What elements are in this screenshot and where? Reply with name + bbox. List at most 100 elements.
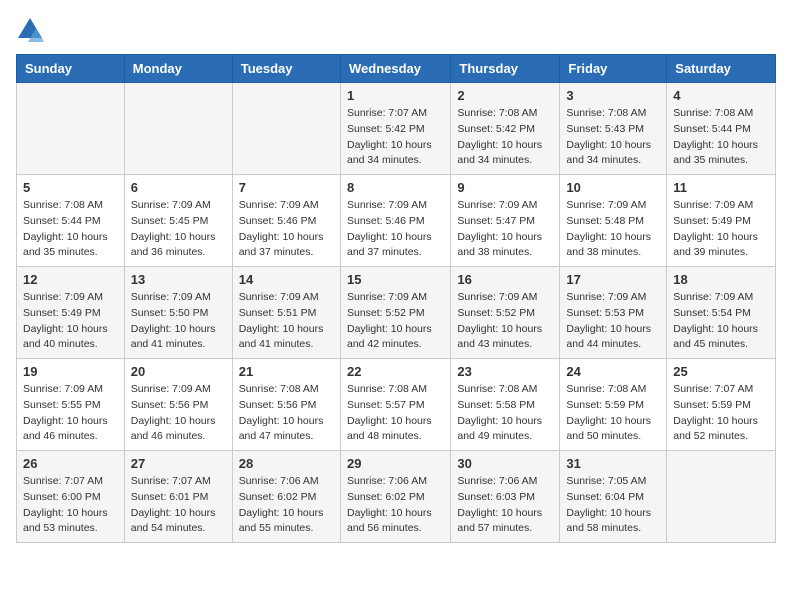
day-info: Sunrise: 7:07 AMSunset: 6:01 PMDaylight:… [131,474,226,537]
day-info: Sunrise: 7:08 AMSunset: 5:57 PMDaylight:… [347,382,444,445]
day-info: Sunrise: 7:07 AMSunset: 5:59 PMDaylight:… [673,382,769,445]
day-number: 25 [673,364,769,379]
day-info: Sunrise: 7:09 AMSunset: 5:47 PMDaylight:… [457,198,553,261]
calendar-cell: 21 Sunrise: 7:08 AMSunset: 5:56 PMDayligh… [232,359,340,451]
calendar-cell: 16 Sunrise: 7:09 AMSunset: 5:52 PMDayligh… [451,267,560,359]
calendar-cell: 2 Sunrise: 7:08 AMSunset: 5:42 PMDaylight… [451,83,560,175]
day-info: Sunrise: 7:08 AMSunset: 5:44 PMDaylight:… [673,106,769,169]
day-number: 29 [347,456,444,471]
calendar-cell [124,83,232,175]
day-number: 16 [457,272,553,287]
calendar-cell: 25 Sunrise: 7:07 AMSunset: 5:59 PMDayligh… [667,359,776,451]
day-info: Sunrise: 7:08 AMSunset: 5:42 PMDaylight:… [457,106,553,169]
day-number: 3 [566,88,660,103]
day-info: Sunrise: 7:08 AMSunset: 5:44 PMDaylight:… [23,198,118,261]
day-info: Sunrise: 7:07 AMSunset: 5:42 PMDaylight:… [347,106,444,169]
day-number: 28 [239,456,334,471]
calendar-cell [232,83,340,175]
calendar-cell: 8Sunrise: 7:09 AMSunset: 5:46 PMDaylight… [340,175,450,267]
calendar-cell: 26 Sunrise: 7:07 AMSunset: 6:00 PMDayligh… [17,451,125,543]
day-info: Sunrise: 7:08 AMSunset: 5:56 PMDaylight:… [239,382,334,445]
logo [16,16,48,44]
calendar-cell: 22 Sunrise: 7:08 AMSunset: 5:57 PMDayligh… [340,359,450,451]
weekday-header-thursday: Thursday [451,55,560,83]
day-info: Sunrise: 7:09 AMSunset: 5:49 PMDaylight:… [23,290,118,353]
day-number: 30 [457,456,553,471]
day-number: 18 [673,272,769,287]
day-number: 20 [131,364,226,379]
calendar-week-row: 12 Sunrise: 7:09 AMSunset: 5:49 PMDayligh… [17,267,776,359]
day-info: Sunrise: 7:09 AMSunset: 5:53 PMDaylight:… [566,290,660,353]
calendar-cell: 31 Sunrise: 7:05 AMSunset: 6:04 PMDayligh… [560,451,667,543]
day-number: 4 [673,88,769,103]
day-number: 11 [673,180,769,195]
weekday-header-row: SundayMondayTuesdayWednesdayThursdayFrid… [17,55,776,83]
calendar-cell [17,83,125,175]
calendar-cell: 5Sunrise: 7:08 AMSunset: 5:44 PMDaylight… [17,175,125,267]
day-number: 21 [239,364,334,379]
weekday-header-wednesday: Wednesday [340,55,450,83]
day-info: Sunrise: 7:08 AMSunset: 5:58 PMDaylight:… [457,382,553,445]
calendar-cell: 4 Sunrise: 7:08 AMSunset: 5:44 PMDaylight… [667,83,776,175]
day-info: Sunrise: 7:08 AMSunset: 5:59 PMDaylight:… [566,382,660,445]
day-info: Sunrise: 7:09 AMSunset: 5:50 PMDaylight:… [131,290,226,353]
calendar-cell: 12 Sunrise: 7:09 AMSunset: 5:49 PMDayligh… [17,267,125,359]
calendar-cell: 23 Sunrise: 7:08 AMSunset: 5:58 PMDayligh… [451,359,560,451]
calendar-cell: 3 Sunrise: 7:08 AMSunset: 5:43 PMDaylight… [560,83,667,175]
day-info: Sunrise: 7:09 AMSunset: 5:46 PMDaylight:… [239,198,334,261]
day-info: Sunrise: 7:09 AMSunset: 5:46 PMDaylight:… [347,198,444,261]
calendar-cell: 7 Sunrise: 7:09 AMSunset: 5:46 PMDaylight… [232,175,340,267]
day-number: 2 [457,88,553,103]
day-number: 23 [457,364,553,379]
day-number: 1 [347,88,444,103]
calendar-cell: 19Sunrise: 7:09 AMSunset: 5:55 PMDayligh… [17,359,125,451]
calendar-week-row: 26 Sunrise: 7:07 AMSunset: 6:00 PMDayligh… [17,451,776,543]
weekday-header-monday: Monday [124,55,232,83]
day-number: 15 [347,272,444,287]
day-info: Sunrise: 7:09 AMSunset: 5:45 PMDaylight:… [131,198,226,261]
day-number: 13 [131,272,226,287]
day-info: Sunrise: 7:09 AMSunset: 5:52 PMDaylight:… [347,290,444,353]
logo-icon [16,16,44,44]
day-info: Sunrise: 7:08 AMSunset: 5:43 PMDaylight:… [566,106,660,169]
day-info: Sunrise: 7:09 AMSunset: 5:52 PMDaylight:… [457,290,553,353]
weekday-header-friday: Friday [560,55,667,83]
weekday-header-saturday: Saturday [667,55,776,83]
calendar-cell: 30 Sunrise: 7:06 AMSunset: 6:03 PMDayligh… [451,451,560,543]
day-info: Sunrise: 7:09 AMSunset: 5:55 PMDaylight:… [23,382,118,445]
day-number: 24 [566,364,660,379]
calendar-table: SundayMondayTuesdayWednesdayThursdayFrid… [16,54,776,543]
calendar-cell: 18Sunrise: 7:09 AMSunset: 5:54 PMDayligh… [667,267,776,359]
day-number: 12 [23,272,118,287]
calendar-week-row: 5Sunrise: 7:08 AMSunset: 5:44 PMDaylight… [17,175,776,267]
calendar-cell: 10Sunrise: 7:09 AMSunset: 5:48 PMDayligh… [560,175,667,267]
day-info: Sunrise: 7:09 AMSunset: 5:56 PMDaylight:… [131,382,226,445]
day-number: 9 [457,180,553,195]
day-number: 7 [239,180,334,195]
day-info: Sunrise: 7:05 AMSunset: 6:04 PMDaylight:… [566,474,660,537]
calendar-cell: 11 Sunrise: 7:09 AMSunset: 5:49 PMDayligh… [667,175,776,267]
weekday-header-tuesday: Tuesday [232,55,340,83]
calendar-cell: 13 Sunrise: 7:09 AMSunset: 5:50 PMDayligh… [124,267,232,359]
day-info: Sunrise: 7:09 AMSunset: 5:49 PMDaylight:… [673,198,769,261]
calendar-cell: 9 Sunrise: 7:09 AMSunset: 5:47 PMDaylight… [451,175,560,267]
day-info: Sunrise: 7:09 AMSunset: 5:48 PMDaylight:… [566,198,660,261]
calendar-cell: 14Sunrise: 7:09 AMSunset: 5:51 PMDayligh… [232,267,340,359]
day-info: Sunrise: 7:06 AMSunset: 6:02 PMDaylight:… [239,474,334,537]
calendar-cell: 1 Sunrise: 7:07 AMSunset: 5:42 PMDaylight… [340,83,450,175]
calendar-cell: 15 Sunrise: 7:09 AMSunset: 5:52 PMDayligh… [340,267,450,359]
day-info: Sunrise: 7:07 AMSunset: 6:00 PMDaylight:… [23,474,118,537]
weekday-header-sunday: Sunday [17,55,125,83]
day-number: 22 [347,364,444,379]
day-number: 14 [239,272,334,287]
day-number: 31 [566,456,660,471]
day-info: Sunrise: 7:06 AMSunset: 6:03 PMDaylight:… [457,474,553,537]
calendar-week-row: 1 Sunrise: 7:07 AMSunset: 5:42 PMDaylight… [17,83,776,175]
calendar-cell [667,451,776,543]
day-number: 17 [566,272,660,287]
day-number: 27 [131,456,226,471]
calendar-cell: 20 Sunrise: 7:09 AMSunset: 5:56 PMDayligh… [124,359,232,451]
calendar-cell: 27 Sunrise: 7:07 AMSunset: 6:01 PMDayligh… [124,451,232,543]
day-info: Sunrise: 7:06 AMSunset: 6:02 PMDaylight:… [347,474,444,537]
day-number: 26 [23,456,118,471]
